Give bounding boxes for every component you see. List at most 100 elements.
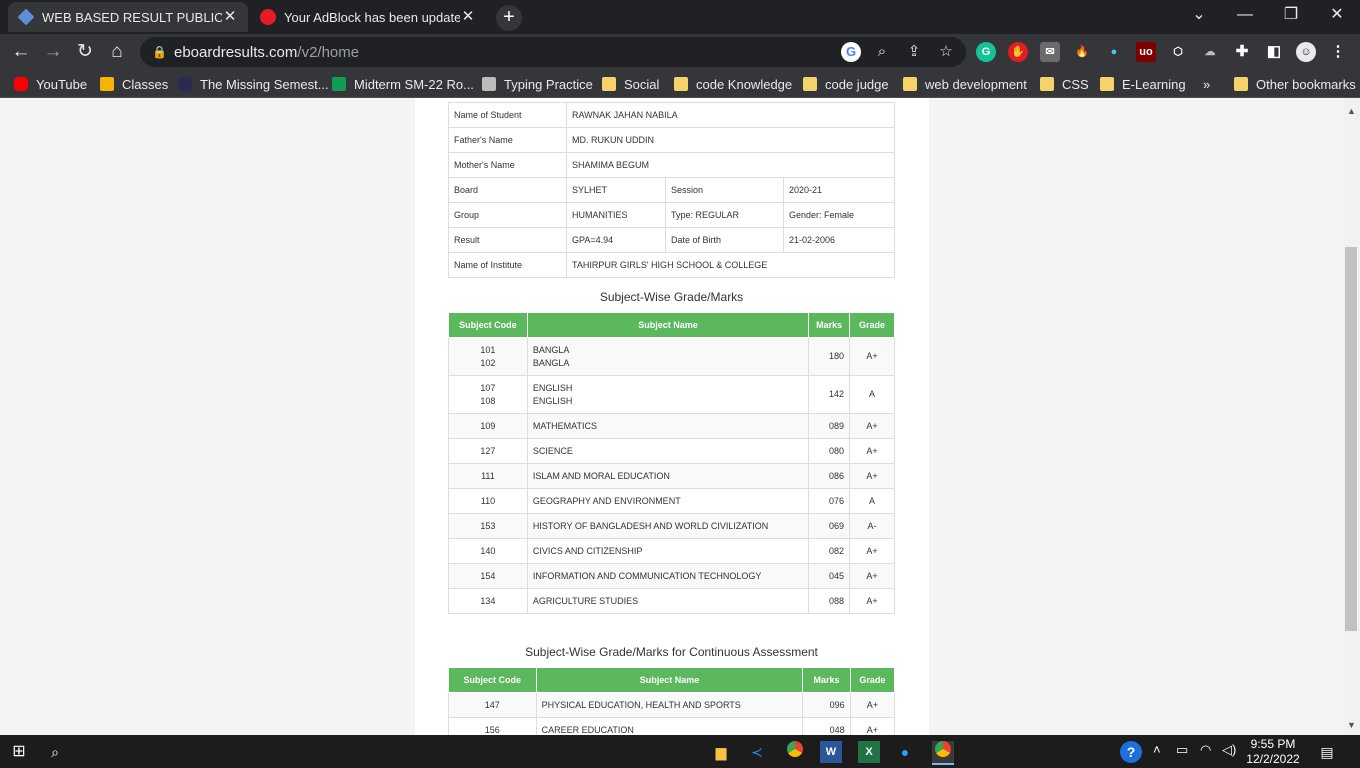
share-icon[interactable]: ⇪ — [904, 42, 924, 62]
info-value: RAWNAK JAHAN NABILA — [566, 102, 895, 128]
subject-name: AGRICULTURE STUDIES — [526, 588, 810, 614]
subject-code-line: 109 — [480, 421, 496, 431]
bookmark-folder-css[interactable]: CSS — [1040, 75, 1089, 93]
tab-strip: WEB BASED RESULT PUBLICATION ✕ Your AdBl… — [0, 0, 1360, 34]
subject-grade: A- — [849, 513, 895, 539]
firefox-icon[interactable]: ● — [894, 741, 916, 763]
chrome-icon[interactable] — [784, 741, 806, 763]
subject-code-line: 102 — [480, 357, 496, 368]
subject-code-line: 147 — [484, 700, 500, 710]
bookmark-star-icon[interactable]: ☆ — [936, 42, 956, 62]
cube-extension-icon[interactable]: ⬡ — [1168, 42, 1188, 62]
bookmark-folder-web-development[interactable]: web development — [903, 75, 1027, 93]
grammarly-icon[interactable]: G — [976, 42, 996, 62]
bookmark-folder-code-judge[interactable]: code judge — [803, 75, 889, 93]
excel-icon[interactable]: X — [858, 741, 880, 763]
mail-extension-icon[interactable]: ✉ — [1040, 42, 1060, 62]
browser-toolbar: ← → ↻ ⌂ 🔒 eboardresults.com/v2/home G ⌕ … — [0, 34, 1360, 70]
wifi-icon[interactable]: ◠ — [1200, 742, 1211, 758]
subject-code-line: 156 — [484, 725, 500, 735]
subject-code-line: 110 — [480, 496, 496, 506]
subject-grade: A+ — [849, 692, 896, 718]
restore-button[interactable]: ❐ — [1268, 0, 1314, 30]
bookmark-folder-other[interactable]: Other bookmarks — [1234, 75, 1356, 93]
col-marks: Marks — [808, 312, 851, 338]
volume-icon[interactable]: ◁) — [1222, 742, 1236, 758]
menu-kebab-icon[interactable]: ⋮ — [1328, 42, 1348, 62]
close-tab-icon[interactable]: ✕ — [460, 9, 476, 25]
zoom-icon[interactable]: ⌕ — [872, 42, 892, 62]
bookmark-folder-social[interactable]: Social — [602, 75, 659, 93]
info-label: Session — [665, 177, 784, 203]
keyboard-icon — [482, 77, 496, 91]
taskbar-clock[interactable]: 9:55 PM 12/2/2022 — [1236, 737, 1310, 767]
scrollbar-thumb[interactable] — [1345, 247, 1357, 631]
reload-button[interactable]: ↻ — [72, 39, 98, 65]
bookmarks-overflow-button[interactable]: » — [1203, 75, 1210, 93]
tray-overflow-icon[interactable]: ˄ — [1153, 742, 1161, 757]
bookmark-classes[interactable]: Classes — [100, 75, 168, 93]
subject-name: CIVICS AND CITIZENSHIP — [526, 538, 810, 564]
notifications-icon[interactable]: ▤ — [1316, 741, 1338, 763]
subject-name-line: SCIENCE — [532, 446, 573, 456]
fire-extension-icon[interactable]: 🔥 — [1072, 42, 1092, 62]
subject-grade: A+ — [849, 538, 895, 564]
col-subject-code: Subject Code — [448, 667, 537, 693]
tab-title: WEB BASED RESULT PUBLICATION — [42, 9, 222, 25]
subject-name: BANGLA BANGLA — [526, 337, 810, 376]
continuous-assessment-table: Subject Code Subject Name Marks Grade 14… — [448, 667, 896, 735]
tab-adblock[interactable]: Your AdBlock has been updated! ✕ — [250, 2, 486, 32]
info-value: SHAMIMA BEGUM — [566, 152, 895, 178]
subject-code-line: 127 — [480, 446, 496, 456]
cloud-extension-icon[interactable]: ☁ — [1200, 42, 1220, 62]
bookmark-youtube[interactable]: YouTube — [14, 75, 87, 93]
info-label: Board — [448, 177, 567, 203]
side-panel-icon[interactable]: ◧ — [1264, 42, 1284, 62]
bookmark-folder-e-learning[interactable]: E-Learning — [1100, 75, 1186, 93]
col-grade: Grade — [849, 312, 895, 338]
subject-grade: A — [849, 375, 895, 414]
search-icon[interactable]: ⌕ — [44, 741, 66, 763]
col-marks: Marks — [802, 667, 851, 693]
google-icon[interactable]: G — [841, 42, 861, 62]
tab-result-publication[interactable]: WEB BASED RESULT PUBLICATION ✕ — [8, 2, 248, 32]
subject-code-line: 111 — [481, 471, 495, 481]
adblock-icon[interactable]: ✋ — [1008, 42, 1028, 62]
bookmark-missing-semester[interactable]: The Missing Semest... — [178, 75, 329, 93]
chrome-active-icon[interactable] — [932, 741, 954, 765]
bookmark-typing-practice[interactable]: Typing Practice — [482, 75, 593, 93]
subject-row: 109 MATHEMATICS 089 A+ — [448, 413, 895, 439]
ublock-icon[interactable]: uo — [1136, 42, 1156, 62]
clock-date: 12/2/2022 — [1246, 752, 1300, 766]
subject-name-line: GEOGRAPHY AND ENVIRONMENT — [532, 496, 681, 506]
subject-marks: 089 — [808, 413, 851, 439]
bookmarks-bar: YouTube Classes The Missing Semest... Mi… — [0, 70, 1360, 98]
word-icon[interactable]: W — [820, 741, 842, 763]
tab-search-chevron-icon[interactable]: ⌄ — [1176, 0, 1222, 30]
info-row: Result GPA=4.94 Date of Birth 21-02-2006 — [448, 227, 895, 253]
home-button[interactable]: ⌂ — [104, 39, 130, 65]
forward-button[interactable]: → — [40, 39, 66, 65]
file-explorer-icon[interactable]: ▆ — [710, 741, 732, 763]
back-button[interactable]: ← — [8, 39, 34, 65]
bulb-extension-icon[interactable]: ● — [1104, 42, 1124, 62]
subject-code: 153 — [448, 513, 528, 539]
bookmark-folder-code-knowledge[interactable]: code Knowledge — [674, 75, 792, 93]
battery-icon[interactable]: ▭ — [1176, 742, 1188, 758]
scroll-down-arrow-icon[interactable]: ▼ — [1343, 720, 1360, 730]
vertical-scrollbar[interactable]: ▲ ▼ — [1343, 98, 1360, 735]
subject-grade: A+ — [849, 463, 895, 489]
windows-start-icon[interactable]: ⊞ — [8, 741, 30, 763]
scroll-up-arrow-icon[interactable]: ▲ — [1343, 106, 1360, 116]
minimize-button[interactable]: — — [1222, 0, 1268, 30]
help-icon[interactable]: ? — [1120, 741, 1142, 763]
bookmark-midterm[interactable]: Midterm SM-22 Ro... — [332, 75, 474, 93]
vscode-icon[interactable]: ≺ — [746, 741, 768, 763]
close-tab-icon[interactable]: ✕ — [222, 9, 238, 25]
extensions-puzzle-icon[interactable]: ✚ — [1232, 42, 1252, 62]
subject-name: INFORMATION AND COMMUNICATION TECHNOLOGY — [526, 563, 810, 589]
new-tab-button[interactable]: + — [496, 5, 522, 31]
close-window-button[interactable]: ✕ — [1314, 0, 1360, 30]
subject-name-line: CAREER EDUCATION — [541, 725, 634, 735]
profile-avatar-icon[interactable]: ☺ — [1296, 42, 1316, 62]
